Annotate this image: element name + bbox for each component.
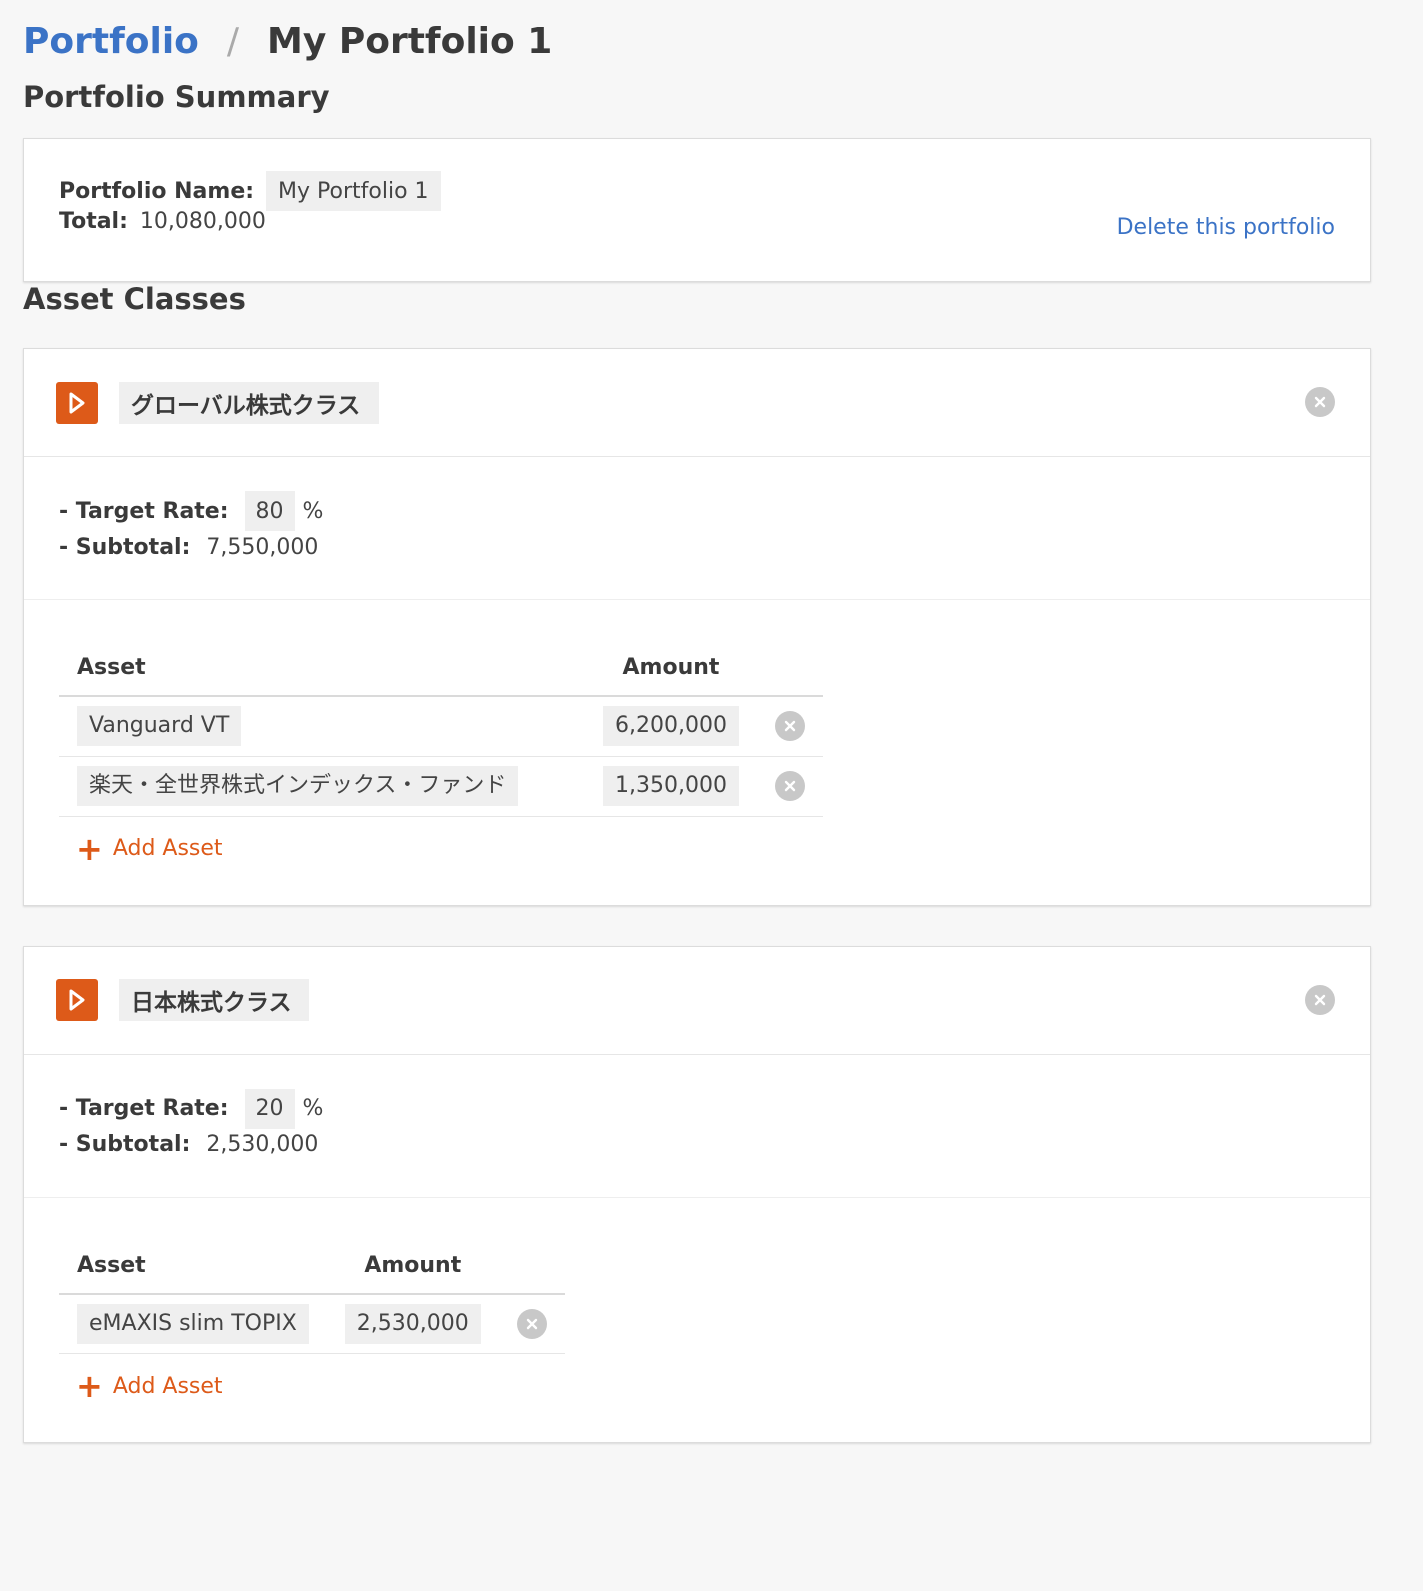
close-circle-icon — [784, 721, 796, 732]
page: Portfolio / My Portfolio 1 Portfolio Sum… — [0, 0, 1423, 1443]
asset-list-area: Asset Amount eMAXIS slim TOPIX 2,530,000 — [24, 1198, 1370, 1443]
target-rate-row: - Target Rate: % — [59, 491, 1335, 531]
asset-amount-field[interactable]: 1,350,000 — [603, 766, 739, 806]
asset-table: Asset Amount eMAXIS slim TOPIX 2,530,000 — [59, 1237, 565, 1354]
target-rate-input[interactable] — [244, 491, 295, 531]
plus-icon: + — [76, 1367, 103, 1405]
target-rate-input[interactable] — [244, 1088, 295, 1129]
asset-amount-field[interactable]: 2,530,000 — [344, 1303, 481, 1344]
asset-class-meta: - Target Rate: % - Subtotal: 2,530,000 — [24, 1055, 1370, 1198]
asset-name-field[interactable]: 楽天・全世界株式インデックス・ファンド — [77, 766, 519, 806]
table-row: eMAXIS slim TOPIX 2,530,000 — [59, 1293, 565, 1354]
breadcrumb-portfolio-link[interactable]: Portfolio — [23, 21, 199, 62]
remove-asset-class-button[interactable] — [1305, 387, 1335, 417]
add-asset-label: Add Asset — [112, 836, 223, 861]
asset-class-card: - Target Rate: % - Subtotal: 2,530,000 A… — [23, 945, 1371, 1443]
add-asset-button[interactable]: + Add Asset — [76, 1370, 1335, 1402]
portfolio-summary-heading: Portfolio Summary — [23, 80, 330, 114]
expand-button[interactable] — [56, 381, 98, 424]
target-rate-label: - Target Rate: — [59, 498, 229, 524]
asset-name-field[interactable]: Vanguard VT — [77, 706, 242, 747]
subtotal-label: - Subtotal: — [59, 534, 191, 560]
add-asset-label: Add Asset — [112, 1373, 223, 1399]
asset-class-meta: - Target Rate: % - Subtotal: 7,550,000 — [24, 457, 1370, 600]
asset-class-card: - Target Rate: % - Subtotal: 7,550,000 A… — [23, 348, 1371, 906]
total-value: 10,080,000 — [139, 209, 266, 234]
close-circle-icon — [526, 1318, 537, 1329]
asset-class-name-input[interactable] — [119, 381, 379, 424]
remove-column-header — [498, 1237, 565, 1295]
target-rate-label: - Target Rate: — [59, 1096, 229, 1121]
portfolio-name-label: Portfolio Name: — [59, 178, 255, 204]
subtotal-label: - Subtotal: — [59, 1132, 191, 1157]
delete-portfolio-link[interactable]: Delete this portfolio — [1117, 215, 1335, 240]
breadcrumb: Portfolio / My Portfolio 1 — [23, 0, 1371, 80]
portfolio-name-input[interactable] — [266, 171, 442, 211]
remove-asset-button[interactable] — [774, 711, 805, 742]
plus-icon: + — [76, 829, 103, 868]
table-row: Vanguard VT 6,200,000 — [59, 696, 823, 757]
add-asset-button[interactable]: + Add Asset — [76, 833, 1335, 865]
amount-column-header: Amount — [326, 1237, 499, 1295]
portfolio-name-row: Portfolio Name: — [59, 171, 1335, 211]
asset-class-name-input[interactable] — [119, 979, 309, 1021]
target-rate-row: - Target Rate: % — [59, 1088, 1335, 1129]
close-circle-icon — [1314, 396, 1326, 408]
asset-table: Asset Amount Vanguard VT 6,200,000 楽天・全世… — [59, 640, 823, 817]
close-circle-icon — [784, 780, 796, 792]
subtotal-value: 7,550,000 — [206, 534, 319, 560]
breadcrumb-separator: / — [226, 20, 240, 62]
remove-column-header — [756, 640, 823, 697]
subtotal-row: - Subtotal: 7,550,000 — [59, 529, 1335, 565]
asset-column-header: Asset — [59, 640, 585, 697]
asset-list-area: Asset Amount Vanguard VT 6,200,000 楽天・全世… — [24, 600, 1370, 905]
amount-column-header: Amount — [585, 640, 757, 697]
asset-column-header: Asset — [59, 1237, 327, 1295]
asset-name-field[interactable]: eMAXIS slim TOPIX — [77, 1303, 309, 1344]
close-circle-icon — [1314, 994, 1326, 1005]
percent-sign: % — [302, 498, 324, 524]
asset-class-header — [24, 349, 1370, 457]
asset-class-header — [24, 947, 1370, 1055]
asset-amount-field[interactable]: 6,200,000 — [603, 706, 739, 747]
portfolio-summary-card: Portfolio Name: Total: 10,080,000 Delete… — [23, 138, 1371, 282]
expand-button[interactable] — [56, 979, 98, 1021]
total-label: Total: — [59, 209, 128, 234]
play-triangle-icon — [69, 989, 85, 1011]
subtotal-value: 2,530,000 — [206, 1132, 319, 1157]
percent-sign: % — [302, 1096, 324, 1121]
remove-asset-class-button[interactable] — [1305, 984, 1335, 1015]
remove-asset-button[interactable] — [774, 771, 805, 801]
subtotal-row: - Subtotal: 2,530,000 — [59, 1127, 1335, 1163]
asset-classes-heading: Asset Classes — [23, 282, 246, 316]
remove-asset-button[interactable] — [516, 1308, 547, 1339]
play-triangle-icon — [69, 392, 85, 413]
table-row: 楽天・全世界株式インデックス・ファンド 1,350,000 — [59, 756, 823, 817]
breadcrumb-current: My Portfolio 1 — [267, 20, 553, 62]
